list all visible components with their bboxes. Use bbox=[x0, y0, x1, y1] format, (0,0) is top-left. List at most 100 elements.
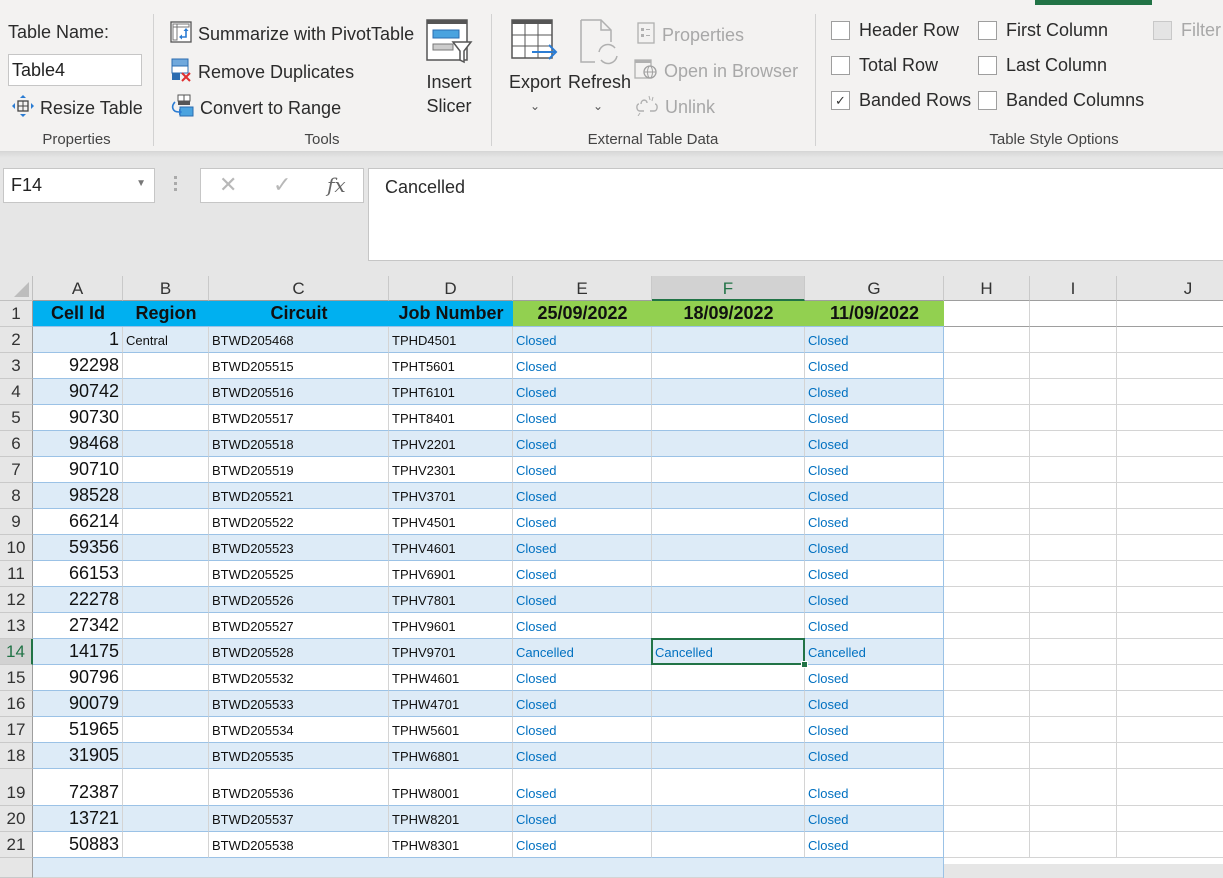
empty-cell[interactable] bbox=[1030, 587, 1117, 613]
empty-cell[interactable] bbox=[1030, 327, 1117, 353]
table-cell[interactable]: BTWD205535 bbox=[209, 743, 389, 769]
table-cell[interactable]: Closed bbox=[513, 587, 652, 613]
empty-cell[interactable] bbox=[1117, 509, 1223, 535]
table-cell[interactable]: 66153 bbox=[33, 561, 123, 587]
table-cell[interactable] bbox=[652, 858, 805, 878]
empty-cell[interactable] bbox=[944, 301, 1030, 327]
table-cell[interactable]: Closed bbox=[805, 717, 944, 743]
table-cell[interactable] bbox=[123, 717, 209, 743]
table-cell[interactable]: TPHV3701 bbox=[389, 483, 513, 509]
table-cell[interactable]: 90742 bbox=[33, 379, 123, 405]
table-cell[interactable]: BTWD205468 bbox=[209, 327, 389, 353]
table-cell[interactable]: Closed bbox=[513, 457, 652, 483]
empty-cell[interactable] bbox=[1117, 743, 1223, 769]
table-cell[interactable]: BTWD205519 bbox=[209, 457, 389, 483]
table-cell[interactable]: TPHT6101 bbox=[389, 379, 513, 405]
table-cell[interactable] bbox=[652, 587, 805, 613]
empty-cell[interactable] bbox=[1030, 717, 1117, 743]
empty-cell[interactable] bbox=[1117, 769, 1223, 806]
table-cell[interactable] bbox=[652, 613, 805, 639]
row-header-14[interactable]: 14 bbox=[0, 639, 33, 665]
table-cell[interactable] bbox=[652, 535, 805, 561]
table-cell[interactable]: 59356 bbox=[33, 535, 123, 561]
table-cell[interactable] bbox=[123, 483, 209, 509]
table-cell[interactable]: TPHV2301 bbox=[389, 457, 513, 483]
empty-cell[interactable] bbox=[944, 806, 1030, 832]
table-cell[interactable]: Closed bbox=[805, 327, 944, 353]
empty-cell[interactable] bbox=[944, 379, 1030, 405]
table-cell[interactable]: BTWD205522 bbox=[209, 509, 389, 535]
table-cell[interactable] bbox=[652, 832, 805, 858]
table-cell[interactable]: Closed bbox=[513, 535, 652, 561]
row-header-15[interactable]: 15 bbox=[0, 665, 33, 691]
table-cell[interactable]: TPHW6801 bbox=[389, 743, 513, 769]
table-cell[interactable] bbox=[123, 353, 209, 379]
row-header-8[interactable]: 8 bbox=[0, 483, 33, 509]
empty-cell[interactable] bbox=[1117, 665, 1223, 691]
column-header-j[interactable]: J bbox=[1117, 276, 1223, 301]
empty-cell[interactable] bbox=[1117, 327, 1223, 353]
empty-cell[interactable] bbox=[944, 509, 1030, 535]
row-header-2[interactable]: 2 bbox=[0, 327, 33, 353]
table-cell[interactable]: 1 bbox=[33, 327, 123, 353]
empty-cell[interactable] bbox=[944, 587, 1030, 613]
table-cell[interactable]: 66214 bbox=[33, 509, 123, 535]
empty-cell[interactable] bbox=[1030, 691, 1117, 717]
table-cell[interactable]: Closed bbox=[513, 691, 652, 717]
table-cell[interactable]: 51965 bbox=[33, 717, 123, 743]
header-row-checkbox[interactable]: Header Row bbox=[831, 20, 959, 41]
table-cell[interactable]: TPHV9701 bbox=[389, 639, 513, 665]
table-cell[interactable] bbox=[123, 858, 209, 878]
summarize-pivottable-button[interactable]: Summarize with PivotTable bbox=[170, 21, 414, 48]
table-cell[interactable]: BTWD205533 bbox=[209, 691, 389, 717]
formula-bar-grip-icon[interactable] bbox=[174, 176, 178, 194]
table-cell[interactable]: TPHV2201 bbox=[389, 431, 513, 457]
enter-icon[interactable]: ✓ bbox=[273, 172, 291, 198]
table-header-cell[interactable]: Cell Id bbox=[33, 301, 123, 327]
empty-cell[interactable] bbox=[944, 639, 1030, 665]
table-cell[interactable]: 98468 bbox=[33, 431, 123, 457]
table-cell[interactable]: BTWD205537 bbox=[209, 806, 389, 832]
empty-cell[interactable] bbox=[1117, 806, 1223, 832]
table-cell[interactable]: TPHT8401 bbox=[389, 405, 513, 431]
table-cell[interactable] bbox=[805, 858, 944, 878]
table-cell[interactable]: BTWD205526 bbox=[209, 587, 389, 613]
empty-cell[interactable] bbox=[1030, 806, 1117, 832]
empty-cell[interactable] bbox=[1030, 379, 1117, 405]
column-header-e[interactable]: E bbox=[513, 276, 652, 301]
table-cell[interactable] bbox=[652, 717, 805, 743]
table-cell[interactable]: BTWD205523 bbox=[209, 535, 389, 561]
banded-rows-checkbox[interactable]: ✓ Banded Rows bbox=[831, 90, 971, 111]
table-cell[interactable] bbox=[123, 806, 209, 832]
filter-button-box[interactable] bbox=[1153, 21, 1172, 40]
table-cell[interactable]: BTWD205517 bbox=[209, 405, 389, 431]
empty-cell[interactable] bbox=[1117, 691, 1223, 717]
empty-cell[interactable] bbox=[1117, 431, 1223, 457]
table-cell[interactable]: Closed bbox=[513, 509, 652, 535]
table-cell[interactable] bbox=[123, 431, 209, 457]
table-cell[interactable]: Closed bbox=[805, 379, 944, 405]
table-cell[interactable]: TPHV4501 bbox=[389, 509, 513, 535]
table-cell[interactable]: TPHT5601 bbox=[389, 353, 513, 379]
table-cell[interactable]: Closed bbox=[513, 353, 652, 379]
table-cell[interactable]: Closed bbox=[513, 405, 652, 431]
table-cell[interactable] bbox=[652, 353, 805, 379]
first-column-checkbox[interactable]: First Column bbox=[978, 20, 1108, 41]
worksheet-grid[interactable]: A B C D E F G H I J 1 2 3 4 5 6 7 8 9 10 11 12 13 14 15 16 17 18 19 2… bbox=[0, 276, 1223, 878]
empty-cell[interactable] bbox=[1030, 665, 1117, 691]
resize-table-button[interactable]: Resize Table bbox=[12, 95, 143, 122]
table-cell[interactable] bbox=[513, 858, 652, 878]
cancel-icon[interactable]: ✕ bbox=[219, 172, 237, 198]
table-cell[interactable] bbox=[123, 587, 209, 613]
empty-cell[interactable] bbox=[944, 535, 1030, 561]
empty-cell[interactable] bbox=[944, 431, 1030, 457]
row-header-20[interactable]: 20 bbox=[0, 806, 33, 832]
empty-cell[interactable] bbox=[1030, 483, 1117, 509]
column-header-g[interactable]: G bbox=[805, 276, 944, 301]
name-box-dropdown-icon[interactable]: ▼ bbox=[136, 178, 146, 189]
name-box[interactable]: F14 ▼ bbox=[3, 168, 155, 203]
table-cell[interactable] bbox=[123, 769, 209, 806]
table-cell[interactable]: Closed bbox=[805, 483, 944, 509]
table-cell[interactable]: Closed bbox=[805, 509, 944, 535]
table-header-cell[interactable]: 18/09/2022 bbox=[652, 301, 805, 327]
